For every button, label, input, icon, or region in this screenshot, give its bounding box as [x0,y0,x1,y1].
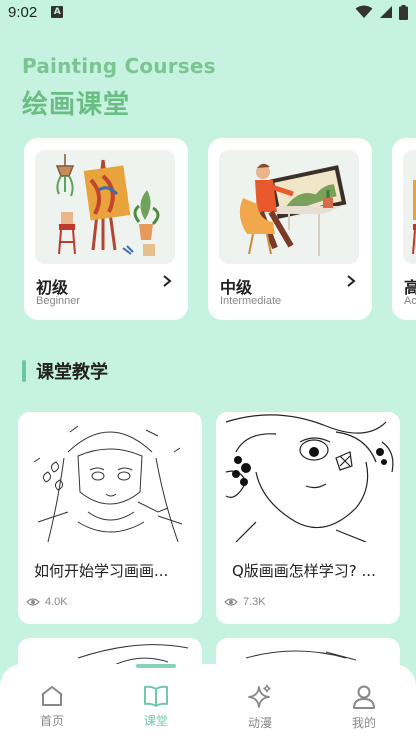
status-icons [355,4,408,20]
course-subtitle: Intermediate [220,295,282,307]
section-accent-bar [22,360,26,382]
course-subtitle: Ac [404,295,416,307]
battery-icon [399,4,408,20]
tab-label: 动漫 [247,716,272,730]
status-time: 9:02 [8,3,38,21]
lesson-thumbnail [216,412,400,543]
home-icon [42,686,62,706]
eye-icon [224,598,238,606]
section-heading: 课堂教学 [22,358,108,384]
course-card-advanced[interactable]: 高 Ac [392,138,416,320]
chevron-right-icon [347,275,356,287]
lesson-card[interactable]: 如何开始学习画画... 4.0K [18,412,202,624]
view-count-value: 4.0K [45,596,68,608]
advanced-illustration [403,150,416,264]
section-title: 课堂教学 [36,362,108,383]
view-count-value: 7.3K [243,596,266,608]
beginner-illustration [35,150,175,264]
course-card-intermediate[interactable]: 中级 Intermediate [208,138,372,320]
view-count: 7.3K [224,596,266,608]
lesson-card[interactable]: Q版画画怎样学习? ... 7.3K [216,412,400,624]
a-app-icon: A [51,6,64,18]
active-tab-indicator [136,664,176,668]
tab-label: 我的 [351,716,376,730]
view-count: 4.0K [26,596,68,608]
intermediate-illustration [219,150,359,264]
lesson-thumbnail [18,412,202,543]
lesson-title: 如何开始学习画画... [34,562,169,580]
tab-home[interactable]: 首页 [0,664,104,738]
bottom-tab-bar: 首页 课堂 动漫 我的 [0,664,416,738]
page-title-chinese: 绘画课堂 [22,90,131,120]
book-icon [144,685,168,707]
tab-classroom[interactable]: 课堂 [104,664,208,738]
course-card-beginner[interactable]: 初级 Beginner [24,138,188,320]
signal-icon [380,6,392,18]
eye-icon [26,598,40,606]
lesson-title: Q版画画怎样学习? ... [232,562,376,580]
wifi-icon [355,5,373,18]
page-title-english: Painting Courses [22,54,216,78]
tab-label: 课堂 [143,714,168,728]
user-icon [353,685,375,709]
tab-anime[interactable]: 动漫 [208,664,312,738]
tab-label: 首页 [39,714,64,728]
course-level-scroller[interactable]: 初级 Beginner 中级 Intermediate 高 Ac [0,138,416,322]
course-subtitle: Beginner [36,295,81,307]
status-bar: 9:02 A [0,0,416,24]
tab-mine[interactable]: 我的 [312,664,416,738]
chevron-right-icon [163,275,172,287]
lesson-grid: 如何开始学习画画... 4.0K Q版画画怎样学习? ... 7.3K [0,412,416,698]
sparkle-icon [248,684,271,708]
